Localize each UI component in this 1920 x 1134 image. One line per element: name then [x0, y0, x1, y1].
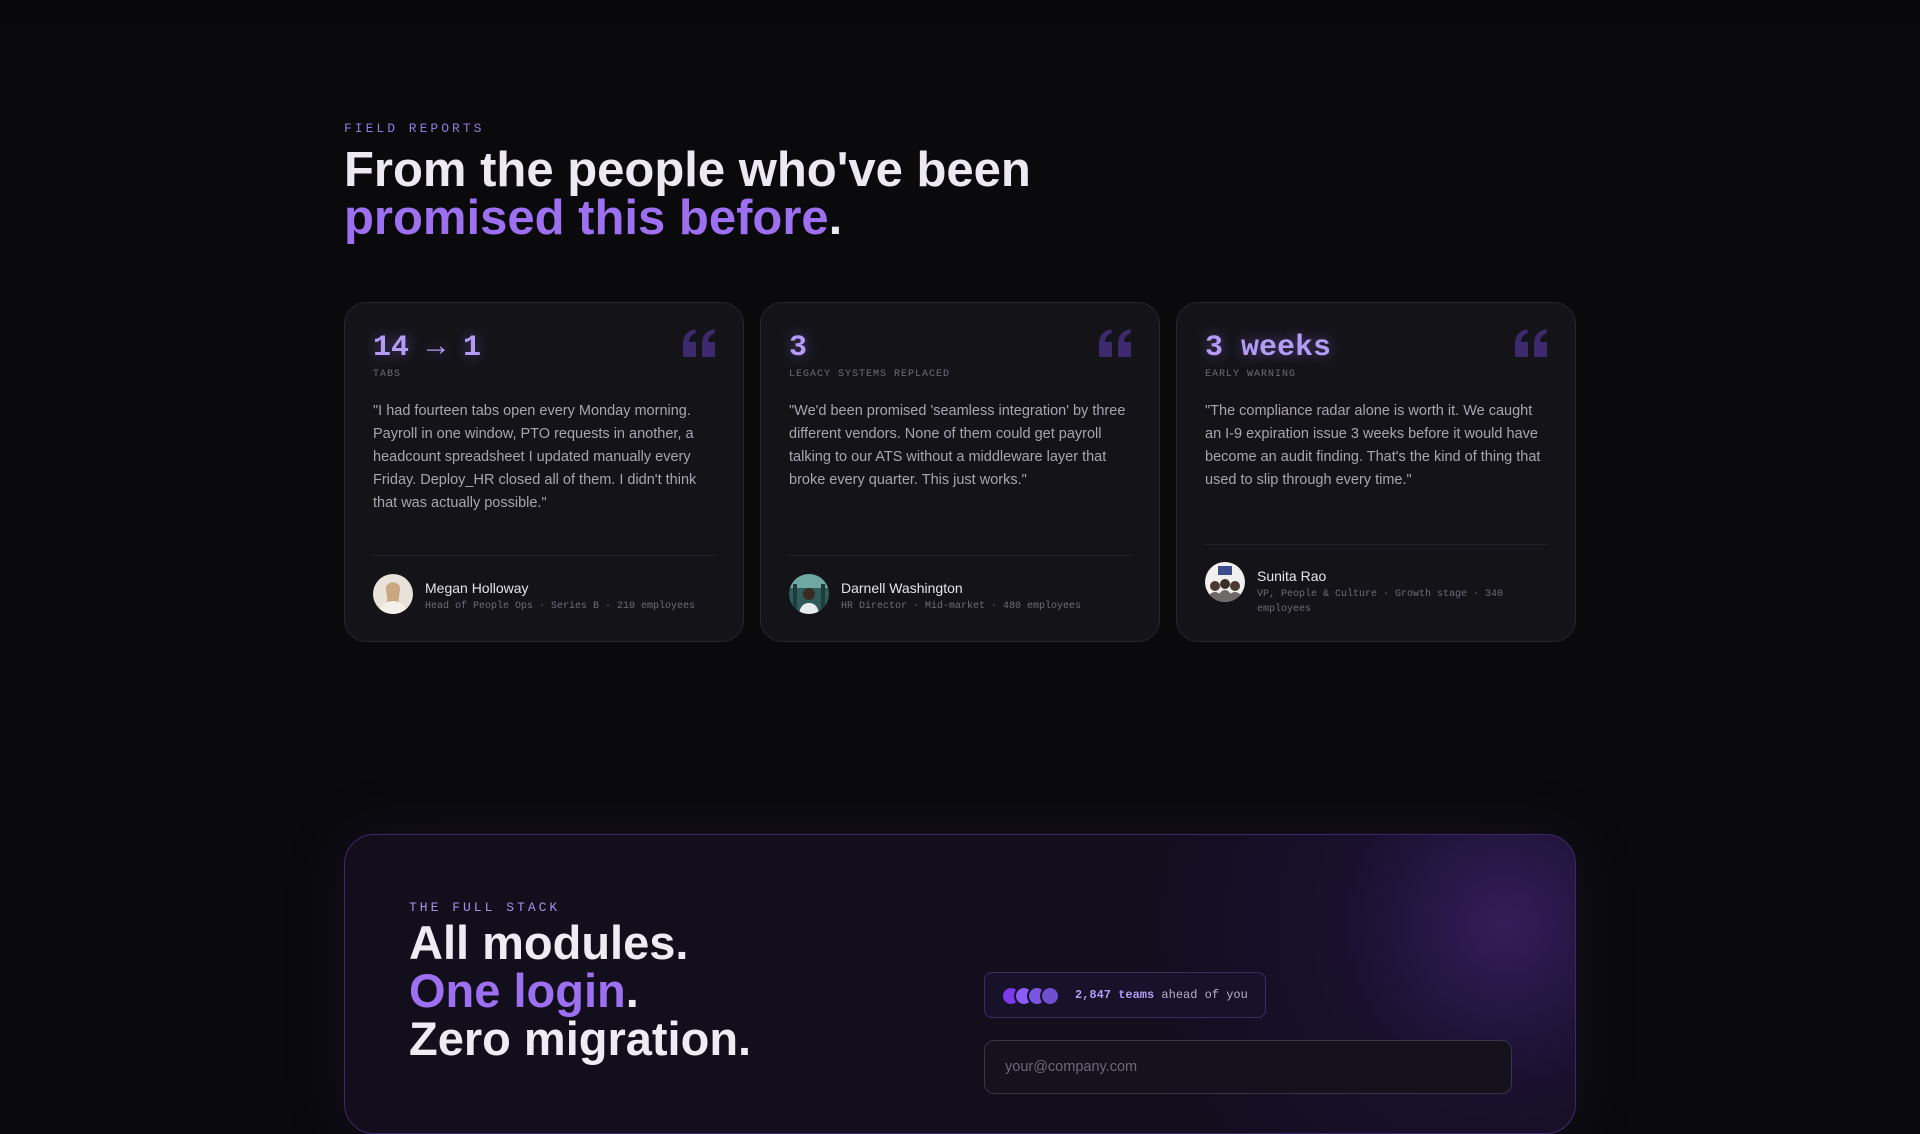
author-role: Head of People Ops · Series B · 210 empl…	[425, 601, 696, 612]
stat-value: 3 weeks	[1205, 331, 1332, 365]
quote-icon	[1099, 329, 1131, 357]
avatar	[373, 574, 413, 614]
quote-text: "We'd been promised 'seamless integratio…	[789, 403, 1126, 488]
divider	[1205, 544, 1547, 545]
section-eyebrow: FIELD REPORTS	[344, 121, 485, 136]
avatar	[789, 574, 829, 614]
teams-suffix: ahead of you	[1154, 988, 1248, 1002]
author-name: Megan Holloway	[425, 580, 529, 596]
quote-text: "I had fourteen tabs open every Monday m…	[373, 403, 697, 511]
quote-text: "The compliance radar alone is worth it.…	[1205, 403, 1541, 488]
cta-line1: All modules.	[409, 916, 689, 969]
author: Sunita Rao VP, People & Culture · Growth…	[1205, 561, 1551, 615]
stat-value: 3	[789, 331, 808, 365]
heading-line1: From the people who've been	[344, 143, 1031, 197]
quote-icon	[1515, 329, 1547, 357]
cta-line3: Zero migration.	[409, 1012, 752, 1065]
teams-counter-text: 2,847 teams ahead of you	[1075, 988, 1248, 1002]
author-name: Sunita Rao	[1257, 568, 1327, 584]
email-input[interactable]	[984, 1040, 1512, 1094]
heading-accent: promised this before	[344, 191, 829, 245]
quote-icon	[683, 329, 715, 357]
cta-line2-accent: One login	[409, 964, 626, 1017]
cta-eyebrow: THE FULL STACK	[409, 900, 561, 915]
top-bar	[0, 0, 1920, 28]
stat-label: TABS	[373, 369, 402, 380]
testimonial-cards: 14 → 1 TABS "I had fourteen tabs open ev…	[344, 302, 1576, 642]
cta-panel: THE FULL STACK All modules. One login. Z…	[344, 834, 1576, 1134]
avatar	[1205, 562, 1245, 602]
teams-counter-badge: 2,847 teams ahead of you	[984, 972, 1266, 1018]
author-role: HR Director · Mid-market · 480 employees	[841, 601, 1082, 612]
stat-value: 14 → 1	[373, 331, 482, 365]
divider	[789, 555, 1131, 556]
heading-period: .	[828, 191, 843, 245]
author-name: Darnell Washington	[841, 580, 963, 596]
testimonial-card: 14 → 1 TABS "I had fourteen tabs open ev…	[344, 302, 744, 642]
author: Darnell Washington HR Director · Mid-mar…	[789, 573, 1135, 615]
stat-label: EARLY WARNING	[1205, 369, 1297, 380]
cta-line2-period: .	[625, 964, 639, 1017]
divider	[373, 555, 715, 556]
author: Megan Holloway Head of People Ops · Seri…	[373, 573, 719, 615]
teams-count: 2,847 teams	[1075, 988, 1155, 1002]
testimonial-card: 3 weeks EARLY WARNING "The compliance ra…	[1176, 302, 1576, 642]
testimonial-card: 3 LEGACY SYSTEMS REPLACED "We'd been pro…	[760, 302, 1160, 642]
stat-label: LEGACY SYSTEMS REPLACED	[789, 369, 951, 380]
cta-heading: All modules. One login. Zero migration.	[409, 919, 751, 1063]
avatar-dot	[1040, 986, 1060, 1006]
author-role: VP, People & Culture · Growth stage · 34…	[1257, 589, 1504, 615]
section-heading: From the people who've been promised thi…	[344, 143, 1031, 245]
avatar-stack	[1001, 986, 1065, 1006]
